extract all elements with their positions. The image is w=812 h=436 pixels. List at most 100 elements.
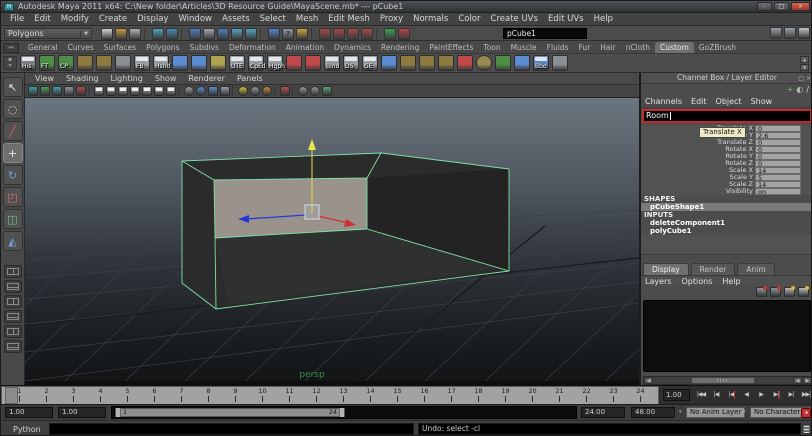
timeline-frame[interactable]: 2 <box>33 387 60 404</box>
shelf-tab[interactable]: GoZBrush <box>694 42 741 53</box>
shape-node-item[interactable]: pCubeShape1 <box>641 203 812 211</box>
shelf-tab[interactable]: Rendering <box>376 42 424 53</box>
command-language-toggle[interactable]: Python <box>13 425 41 434</box>
channel-box-menu-item[interactable]: Show <box>751 97 773 106</box>
status-icon[interactable] <box>311 28 316 40</box>
layer-editor-menu-item[interactable]: Options <box>681 277 712 286</box>
move-tool[interactable]: + <box>3 143 23 163</box>
open-scene[interactable] <box>115 28 127 40</box>
layout-persp-uv[interactable] <box>4 340 22 353</box>
scroll-right-icon[interactable]: ▶ <box>803 377 812 384</box>
snap-curve[interactable] <box>245 28 257 40</box>
toggle-tool-settings[interactable] <box>784 27 796 39</box>
status-icon[interactable] <box>144 28 149 40</box>
shelf-tab[interactable]: Animation <box>281 42 329 53</box>
layout-single-pane[interactable] <box>4 265 22 278</box>
rotate-tool[interactable]: ↻ <box>3 165 23 185</box>
select-component[interactable] <box>217 28 229 40</box>
grid-toggle[interactable] <box>94 86 104 96</box>
range-end-handle[interactable] <box>339 408 344 417</box>
select-hierarchy[interactable] <box>189 28 201 40</box>
timeline-frame[interactable]: 21 <box>546 387 573 404</box>
camo-kit-2[interactable] <box>96 55 112 71</box>
script-editor-icon[interactable] <box>802 424 811 434</box>
shelf-icon[interactable]: CP <box>58 55 74 71</box>
shelf-icon[interactable]: DS <box>343 55 359 71</box>
animation-end-field[interactable]: 48.00 <box>631 407 675 418</box>
timeline-frame[interactable]: 13 <box>330 387 357 404</box>
menu-item[interactable]: Mesh <box>291 14 323 24</box>
minimize-button[interactable]: – <box>757 2 772 11</box>
timeline-frame[interactable]: 24 <box>627 387 654 404</box>
shelf-scroll[interactable]: ▲ ▼ <box>800 56 809 71</box>
close-icon[interactable]: × <box>806 74 811 84</box>
quick-selection-field[interactable]: pCube1 <box>503 28 587 39</box>
input-node-item[interactable]: polyCube1 <box>641 227 812 235</box>
menu-item[interactable]: Help <box>589 14 618 24</box>
layer-editor-menu-item[interactable]: Layers <box>645 277 671 286</box>
move-layer-down[interactable] <box>770 287 781 297</box>
layer-list[interactable] <box>643 300 811 372</box>
channel-box-menu-item[interactable]: Channels <box>645 97 682 106</box>
panel-toolbar-icon[interactable] <box>178 86 182 97</box>
toggle-attribute-editor[interactable] <box>770 27 782 39</box>
timeline-frame[interactable]: 19 <box>492 387 519 404</box>
panel-title[interactable]: Channel Box / Layer Editor □ × <box>641 73 812 84</box>
backface-culling[interactable] <box>310 86 320 96</box>
lock-selection[interactable] <box>296 28 308 40</box>
timeline-frame[interactable]: 1 <box>6 387 33 404</box>
resolution-gate[interactable] <box>118 86 128 96</box>
paint-select-tool[interactable]: ╱ <box>3 121 23 141</box>
snap-magnet-point[interactable] <box>347 28 359 40</box>
snap-magnet-curve[interactable] <box>333 28 345 40</box>
timeline-frame[interactable]: 8 <box>195 387 222 404</box>
shelf-menu-icon[interactable]: ▾▾ <box>3 43 19 53</box>
layer-editor-tab[interactable]: Display <box>643 263 689 275</box>
red-pointer[interactable] <box>457 55 473 71</box>
timeline-frame[interactable]: 3 <box>60 387 87 404</box>
shelf-tab[interactable]: nCloth <box>621 42 655 53</box>
paint-brush[interactable] <box>305 55 321 71</box>
step-back-key[interactable]: |◀ <box>709 388 723 402</box>
panel-toolbar-icon[interactable] <box>274 86 278 97</box>
snap-point[interactable] <box>268 28 280 40</box>
shelf-tab[interactable]: Curves <box>63 42 99 53</box>
menu-item[interactable]: Normals <box>408 14 453 24</box>
camera-bookmark[interactable] <box>52 86 62 96</box>
pencil-icon[interactable]: ∕ <box>806 85 809 95</box>
panel-toolbar-icon[interactable] <box>88 86 92 97</box>
timeline-frame[interactable]: 15 <box>384 387 411 404</box>
shelf-tab[interactable]: General <box>23 42 63 53</box>
light-dot-gray[interactable] <box>250 86 260 96</box>
layer-editor-tab[interactable]: Anim <box>737 263 774 275</box>
shelf-tab[interactable]: Dynamics <box>329 42 376 53</box>
shaded-mode[interactable] <box>196 86 206 96</box>
universal-manipulator-tool[interactable]: ◫ <box>3 209 23 229</box>
viewport-canvas[interactable]: persp <box>25 98 639 381</box>
shelf-icon[interactable]: Blnd <box>324 55 340 71</box>
play-forwards[interactable]: ▶ <box>754 388 768 402</box>
timeline-frame[interactable]: 17 <box>438 387 465 404</box>
light-dot-orange[interactable] <box>262 86 272 96</box>
shelf-icon[interactable]: FT <box>39 55 55 71</box>
render-current-frame[interactable] <box>384 28 396 40</box>
panel-menu-item[interactable]: Show <box>149 74 183 83</box>
shelf-icon[interactable]: CpEd <box>248 55 264 71</box>
construction-history[interactable]: ? <box>282 28 294 40</box>
timeline-frame[interactable]: 22 <box>573 387 600 404</box>
camera-lock[interactable] <box>40 86 50 96</box>
status-icon[interactable] <box>260 28 265 40</box>
menu-item[interactable]: Window <box>173 14 217 24</box>
timeline-frame[interactable]: 12 <box>303 387 330 404</box>
menu-item[interactable]: File <box>5 14 29 24</box>
channel-box-menu-item[interactable]: Object <box>716 97 742 106</box>
shelf-icon[interactable]: Bbo <box>533 55 549 71</box>
layout-four-pane[interactable] <box>4 280 22 293</box>
shelf-scroll-up-icon[interactable]: ▲ <box>800 56 809 63</box>
channel-row[interactable]: Rotate Z 0 <box>641 160 812 167</box>
panel-toolbar-icon[interactable] <box>232 86 236 97</box>
animation-start-field[interactable]: 1.00 <box>5 407 53 418</box>
menu-item[interactable]: Display <box>132 14 173 24</box>
shelf-icon[interactable]: UTE <box>229 55 245 71</box>
select-object[interactable] <box>203 28 215 40</box>
